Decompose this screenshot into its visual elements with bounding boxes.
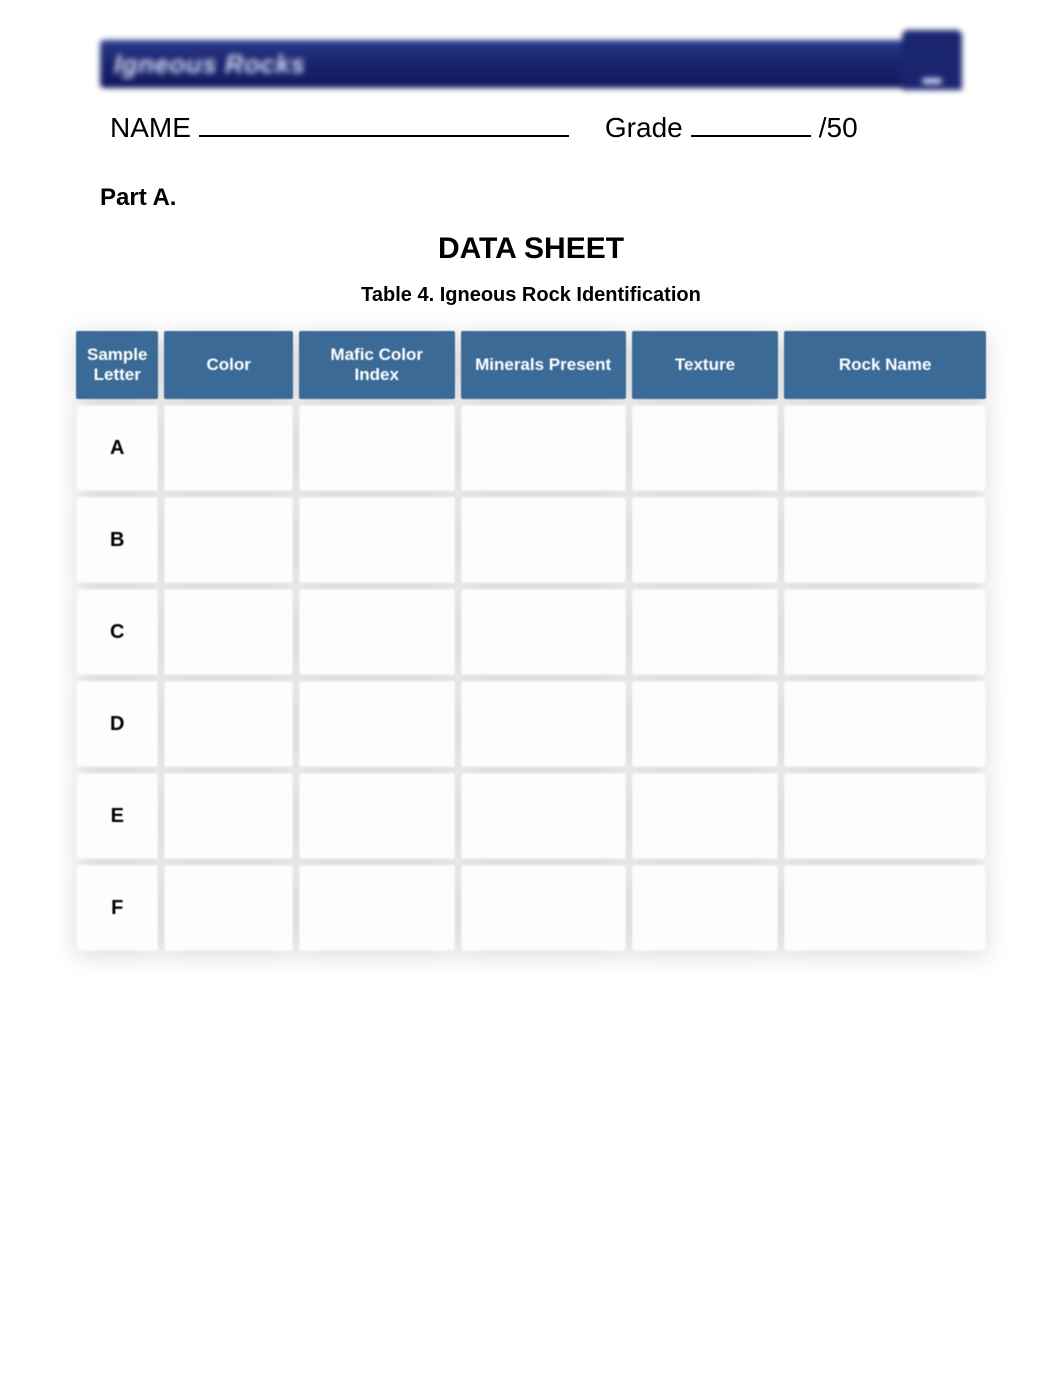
cell-mafic[interactable] xyxy=(299,681,455,767)
table-wrapper: Sample Letter Color Mafic Color Index Mi… xyxy=(70,325,992,957)
cell-texture[interactable] xyxy=(632,589,779,675)
cell-color[interactable] xyxy=(164,865,292,951)
grade-blank-line[interactable] xyxy=(691,135,811,137)
table-row: F xyxy=(76,865,986,951)
cell-mafic[interactable] xyxy=(299,589,455,675)
cell-sample: B xyxy=(76,497,158,583)
cell-rockname[interactable] xyxy=(784,405,986,491)
name-label: NAME xyxy=(110,112,191,144)
cell-sample: A xyxy=(76,405,158,491)
table-row: B xyxy=(76,497,986,583)
table-body: A B C xyxy=(76,405,986,951)
grade-total: /50 xyxy=(819,112,858,144)
cell-sample: F xyxy=(76,865,158,951)
cell-minerals[interactable] xyxy=(461,865,626,951)
cell-mafic[interactable] xyxy=(299,497,455,583)
cell-minerals[interactable] xyxy=(461,589,626,675)
header-banner: Igneous Rocks xyxy=(100,30,962,102)
cell-texture[interactable] xyxy=(632,865,779,951)
cell-texture[interactable] xyxy=(632,681,779,767)
th-texture: Texture xyxy=(632,331,779,399)
table-header-row: Sample Letter Color Mafic Color Index Mi… xyxy=(76,331,986,399)
cell-rockname[interactable] xyxy=(784,773,986,859)
cell-rockname[interactable] xyxy=(784,681,986,767)
cell-mafic[interactable] xyxy=(299,865,455,951)
cell-color[interactable] xyxy=(164,681,292,767)
cell-rockname[interactable] xyxy=(784,589,986,675)
cell-texture[interactable] xyxy=(632,405,779,491)
cell-rockname[interactable] xyxy=(784,865,986,951)
th-color: Color xyxy=(164,331,292,399)
igneous-rock-table: Sample Letter Color Mafic Color Index Mi… xyxy=(70,325,992,957)
cell-minerals[interactable] xyxy=(461,405,626,491)
cell-sample: E xyxy=(76,773,158,859)
name-grade-row: NAME Grade /50 xyxy=(110,112,962,144)
cell-texture[interactable] xyxy=(632,497,779,583)
banner-tab xyxy=(902,30,962,90)
cell-color[interactable] xyxy=(164,405,292,491)
table-caption: Table 4. Igneous Rock Identification xyxy=(80,284,982,307)
cell-texture[interactable] xyxy=(632,773,779,859)
cell-color[interactable] xyxy=(164,589,292,675)
doc-icon xyxy=(922,78,942,84)
table-row: C xyxy=(76,589,986,675)
document-page: Igneous Rocks NAME Grade /50 Part A. DAT… xyxy=(0,0,1062,1017)
th-mafic-color-index: Mafic Color Index xyxy=(299,331,455,399)
grade-label: Grade xyxy=(605,112,683,144)
data-sheet-title: DATA SHEET xyxy=(80,232,982,266)
cell-sample: D xyxy=(76,681,158,767)
part-a-heading: Part A. xyxy=(100,184,982,212)
table-row: D xyxy=(76,681,986,767)
cell-mafic[interactable] xyxy=(299,405,455,491)
table-row: A xyxy=(76,405,986,491)
name-blank-line[interactable] xyxy=(199,135,569,137)
banner-title: Igneous Rocks xyxy=(114,49,305,80)
th-rock-name: Rock Name xyxy=(784,331,986,399)
cell-rockname[interactable] xyxy=(784,497,986,583)
cell-minerals[interactable] xyxy=(461,681,626,767)
cell-color[interactable] xyxy=(164,497,292,583)
cell-color[interactable] xyxy=(164,773,292,859)
table-row: E xyxy=(76,773,986,859)
cell-minerals[interactable] xyxy=(461,497,626,583)
cell-minerals[interactable] xyxy=(461,773,626,859)
th-sample-letter: Sample Letter xyxy=(76,331,158,399)
cell-mafic[interactable] xyxy=(299,773,455,859)
cell-sample: C xyxy=(76,589,158,675)
banner-bar: Igneous Rocks xyxy=(100,40,962,88)
th-minerals-present: Minerals Present xyxy=(461,331,626,399)
